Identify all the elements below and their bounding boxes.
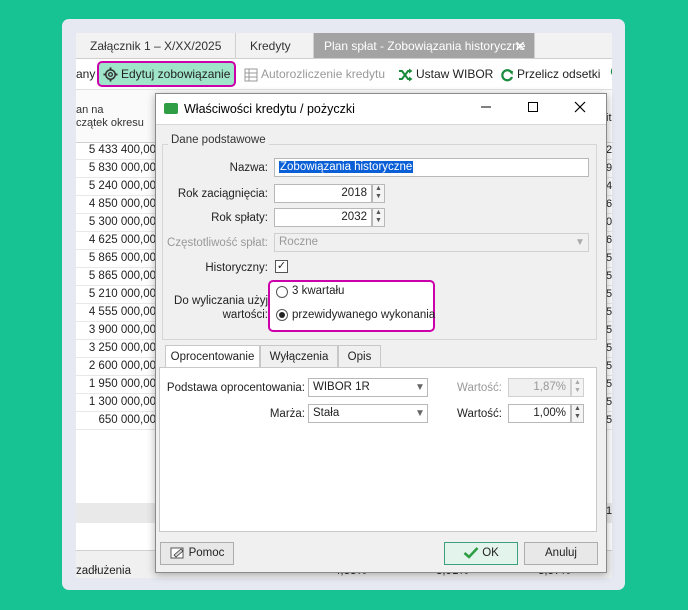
basic-data-legend: Dane podstawowe: [168, 134, 269, 146]
start-year-spinner[interactable]: ▲ ▼: [372, 184, 385, 203]
dialog-titlebar: Właściwości kredytu / pożyczki: [156, 94, 606, 124]
recalculate-interest-label: Przelicz odsetki: [517, 67, 601, 81]
end-year-label: Rok spłaty:: [211, 212, 268, 224]
grid-cell-amount: 5 300 000,00: [88, 216, 156, 228]
chevron-down-icon[interactable]: ▼: [412, 378, 428, 397]
ok-label: OK: [482, 547, 499, 559]
radio-third-quarter[interactable]: [276, 286, 288, 298]
margin-value-spinner[interactable]: ▲ ▼: [571, 404, 584, 423]
grid-cell-amount: 5 433 400,00: [88, 144, 156, 156]
close-icon[interactable]: ✕: [514, 33, 526, 59]
rate-basis-select[interactable]: WIBOR 1R: [308, 378, 428, 397]
minimize-glyph: [481, 106, 491, 108]
grid-cell-amount: 5 240 000,00: [88, 180, 156, 192]
cancel-button[interactable]: Anuluj: [524, 542, 598, 565]
maximize-glyph: [528, 102, 538, 112]
name-input[interactable]: Zobowiązania historyczne: [274, 158, 589, 177]
shuffle-icon: [399, 68, 413, 82]
margin-select[interactable]: Stała: [308, 404, 428, 423]
radio-expected-execution-label: przewidywanego wykonania: [292, 309, 436, 321]
rate-basis-label: Podstawa oprocentowania:: [166, 382, 305, 394]
value-label-2: Wartość:: [457, 408, 502, 420]
tab-credits[interactable]: Kredyty: [236, 33, 314, 58]
grid-cell-amount: 5 830 000,00: [88, 162, 156, 174]
grid-cell-amount: 4 850 000,00: [88, 198, 156, 210]
help-icon: [170, 547, 184, 559]
frequency-select[interactable]: Roczne: [274, 233, 589, 252]
minimize-icon[interactable]: [476, 100, 496, 118]
footer-label: zadłużenia: [76, 565, 131, 577]
grid-cell-amount: 1 300 000,00: [88, 396, 156, 408]
grid-cell-amount: 3 250 000,00: [88, 342, 156, 354]
edit-liability-button[interactable]: Edytuj zobowiązanie: [97, 61, 237, 87]
grid-cell-amount: 5 865 000,00: [88, 252, 156, 264]
tab-repayment-plan-label: Plan spłat - Zobowiązania historyczne: [324, 39, 526, 53]
value-label-1: Wartość:: [457, 382, 502, 394]
help-button[interactable]: Pomoc: [160, 542, 234, 565]
set-wibor-label: Ustaw WIBOR: [416, 67, 494, 81]
recalculate-interest-button[interactable]: Przelicz odsetki: [500, 63, 600, 85]
dialog-tabbar: Oprocentowanie Wyłączenia Opis: [159, 345, 597, 368]
help-label: Pomoc: [188, 547, 225, 559]
document-tabs: Załącznik 1 – X/XX/2025 Kredyty Plan spł…: [76, 33, 612, 59]
tab-repayment-plan[interactable]: Plan spłat - Zobowiązania historyczne ✕: [314, 33, 535, 58]
start-year-input[interactable]: 2018: [274, 184, 372, 203]
end-year-spinner[interactable]: ▲ ▼: [372, 208, 385, 227]
grid-header-column: an na czątek okresu: [76, 104, 144, 130]
toolbar: any Edytuj zobowiązanie Autorozliczenie …: [76, 59, 612, 90]
radio-expected-execution[interactable]: [276, 309, 288, 321]
table-icon: [244, 68, 258, 82]
historical-label: Historyczny:: [205, 262, 268, 274]
close-icon[interactable]: [570, 100, 590, 118]
calc-values-label: Do wyliczania użyj wartości:: [160, 294, 268, 322]
margin-label: Marża:: [269, 408, 305, 420]
grid-header-line1: an na: [76, 104, 104, 116]
historical-checkbox[interactable]: ✓: [275, 260, 288, 273]
auto-settlement-label: Autorozliczenie kredytu: [261, 67, 386, 81]
close-glyph: [574, 101, 586, 113]
grid-cell-amount: 4 555 000,00: [88, 306, 156, 318]
toolbar-partial-label: any: [76, 67, 96, 81]
grid-header-line2: czątek okresu: [76, 117, 144, 129]
maximize-icon[interactable]: [523, 100, 543, 118]
tab-description[interactable]: Opis: [338, 345, 381, 367]
chevron-down-icon[interactable]: ▼: [572, 233, 588, 252]
dialog-title: Właściwości kredytu / pożyczki: [184, 102, 355, 116]
tab-attachment[interactable]: Załącznik 1 – X/XX/2025: [76, 33, 236, 58]
refresh-icon: [501, 68, 514, 82]
refresh-icon-partial: [610, 68, 612, 75]
margin-value-input[interactable]: 1,00%: [508, 404, 571, 423]
chevron-down-icon[interactable]: ▼: [412, 404, 428, 423]
tab-exclusions[interactable]: Wyłączenia: [260, 345, 338, 367]
ok-button[interactable]: OK: [444, 542, 518, 565]
auto-settlement-button[interactable]: Autorozliczenie kredytu: [244, 63, 385, 85]
name-label: Nazwa:: [229, 162, 268, 174]
tab-interest[interactable]: Oprocentowanie: [165, 345, 260, 368]
rate-value-spinner[interactable]: ▲ ▼: [571, 378, 584, 397]
rate-value-input[interactable]: 1,87%: [508, 378, 571, 397]
calc-values-label-line1: Do wyliczania użyj: [174, 295, 268, 307]
grid-cell-amount: 4 625 000,00: [88, 234, 156, 246]
frequency-label: Częstotliwość spłat:: [167, 237, 268, 249]
app-icon: [164, 103, 178, 114]
edit-liability-label: Edytuj zobowiązanie: [121, 67, 231, 81]
grid-cell-amount: 2 600 000,00: [88, 360, 156, 372]
grid-cell-amount: 5 865 000,00: [88, 270, 156, 282]
calc-values-label-line2: wartości:: [222, 309, 268, 321]
radio-third-quarter-label: 3 kwartału: [292, 285, 345, 297]
set-wibor-button[interactable]: Ustaw WIBOR: [398, 63, 493, 85]
grid-cell-amount: 3 900 000,00: [88, 324, 156, 336]
toolbar-overflow-icon[interactable]: [605, 63, 612, 85]
name-input-value: Zobowiązania historyczne: [279, 161, 414, 173]
toolbar-partial-button[interactable]: any: [76, 63, 95, 85]
checkmark-icon: [463, 547, 479, 560]
start-year-label: Rok zaciągnięcia:: [177, 188, 268, 200]
grid-cell-amount: 650 000,00: [98, 414, 156, 426]
gear-icon: [103, 67, 118, 82]
titlebar-divider: [156, 124, 606, 125]
end-year-input[interactable]: 2032: [274, 208, 372, 227]
grid-cell-amount: 5 210 000,00: [88, 288, 156, 300]
grid-cell-amount: 1 950 000,00: [88, 378, 156, 390]
